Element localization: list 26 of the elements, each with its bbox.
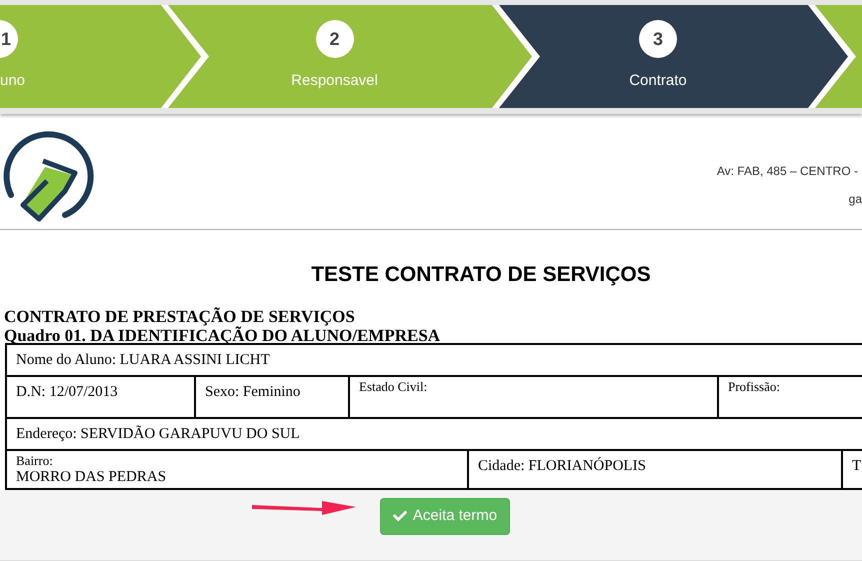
address-text: ga: [848, 191, 862, 208]
field-text: T: [852, 456, 862, 476]
address-text: Av: FAB, 485 – CENTRO -: [716, 163, 858, 180]
wizard-step[interactable]: 2 Responsavel: [161, 5, 492, 108]
field-label: Bairro:: [16, 452, 54, 468]
section-heading: Quadro 01. DA IDENTIFICAÇÃO DO ALUNO/EMPRESA: [4, 326, 442, 344]
step-label: Responsavel: [291, 71, 378, 92]
check-icon: [392, 509, 407, 523]
field-value: MORRO DAS PEDRAS: [16, 468, 168, 486]
step-label: uno: [0, 71, 26, 92]
step-number: 3: [639, 20, 677, 58]
wizard-step[interactable]: 3 Contrato: [492, 5, 808, 108]
step-label: Contrato: [629, 71, 687, 92]
field-text: Sexo: Feminino: [205, 382, 302, 402]
wizard-step[interactable]: 1 uno: [0, 5, 161, 108]
step-number: 1: [0, 20, 18, 58]
field-label: Profissão:: [728, 378, 781, 394]
contract-heading: CONTRATO DE PRESTAÇÃO DE SERVIÇOS: [4, 306, 356, 326]
field-label: Estado Civil:: [359, 378, 428, 394]
field-text: Endereço: SERVIDÃO GARAPUVU DO SUL: [16, 424, 301, 444]
page-title: TESTE CONTRATO DE SERVIÇOS: [310, 262, 652, 288]
step-number: 2: [316, 20, 354, 58]
field-text: Nome do Aluno: LUARA ASSINI LICHT: [16, 350, 271, 370]
pencil-logo-icon: [3, 131, 95, 223]
field-text: D.N: 12/07/2013: [16, 382, 119, 402]
field-text: Cidade: FLORIANÓPOLIS: [478, 456, 647, 476]
